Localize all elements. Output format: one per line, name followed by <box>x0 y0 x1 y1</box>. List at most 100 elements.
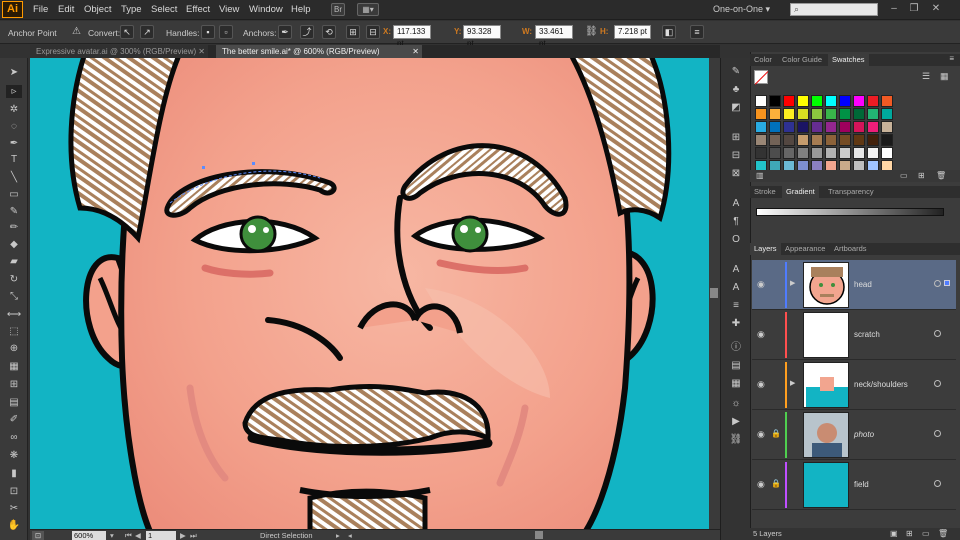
color-swatch[interactable] <box>783 147 795 159</box>
color-swatch[interactable] <box>867 121 879 133</box>
color-swatch[interactable] <box>853 95 865 107</box>
tab-color[interactable]: Color <box>750 54 776 66</box>
paintbrush-tool-icon[interactable]: ✎ <box>6 205 22 218</box>
color-swatch[interactable] <box>755 95 767 107</box>
make-clipping-mask-icon[interactable]: ▣ <box>890 529 898 538</box>
target-circle[interactable] <box>934 480 941 487</box>
tab-better-smile[interactable]: The better smile.ai* @ 600% (RGB/Preview… <box>216 45 422 58</box>
workspace-switcher[interactable]: One-on-One ▾ <box>713 4 770 15</box>
rectangle-tool-icon[interactable]: ▭ <box>6 188 22 201</box>
blob-brush-tool-icon[interactable]: ◆ <box>6 238 22 251</box>
color-swatch[interactable] <box>839 95 851 107</box>
panel-menu-icon[interactable]: ≡ <box>690 25 704 39</box>
layer-row-head[interactable]: ◉ ▶ head <box>752 260 956 310</box>
color-swatch[interactable] <box>881 108 893 120</box>
rotate-tool-icon[interactable]: ↻ <box>6 273 22 286</box>
color-swatch[interactable] <box>811 108 823 120</box>
minimize-icon[interactable]: – <box>888 4 900 15</box>
hide-handles-icon[interactable]: ▫ <box>219 25 233 39</box>
list-view-icon[interactable]: ☰ <box>922 71 930 82</box>
tab-appearance[interactable]: Appearance <box>781 243 829 255</box>
appearance-panel-icon[interactable]: ☼ <box>729 398 743 410</box>
menu-help[interactable]: Help <box>291 4 311 15</box>
hand-tool-icon[interactable]: ✋ <box>6 519 22 532</box>
mesh-tool-icon[interactable]: ⊞ <box>6 378 22 391</box>
target-circle[interactable] <box>934 380 941 387</box>
anchor-point[interactable] <box>202 166 205 169</box>
color-swatch[interactable] <box>755 147 767 159</box>
zoom-field[interactable]: 600% <box>72 531 106 540</box>
visibility-eye-icon[interactable]: ◉ <box>757 479 765 490</box>
color-swatch[interactable] <box>755 121 767 133</box>
color-swatch[interactable] <box>811 95 823 107</box>
expand-triangle-icon[interactable]: ▶ <box>790 279 795 287</box>
color-swatch[interactable] <box>811 134 823 146</box>
link-proportions-icon[interactable]: ⛓ <box>585 26 598 37</box>
color-swatch[interactable] <box>755 134 767 146</box>
color-swatch[interactable] <box>825 108 837 120</box>
zoom-dropdown-icon[interactable]: ▾ <box>110 531 114 540</box>
target-circle[interactable] <box>934 330 941 337</box>
tab-expressive-avatar[interactable]: Expressive avatar.ai @ 300% (RGB/Preview… <box>30 45 208 58</box>
lasso-tool-icon[interactable]: ◌ <box>6 120 22 133</box>
free-transform-tool-icon[interactable]: ⬚ <box>6 325 22 338</box>
remove-anchor-icon[interactable]: ✒ <box>278 25 292 39</box>
slice-tool-icon[interactable]: ✂ <box>6 502 22 515</box>
brushes-panel-icon[interactable]: ✎ <box>729 66 743 78</box>
color-swatch[interactable] <box>769 147 781 159</box>
color-swatch[interactable] <box>825 147 837 159</box>
delete-swatch-icon[interactable]: 🗑 <box>936 171 946 180</box>
color-swatch[interactable] <box>825 134 837 146</box>
selection-indicator[interactable] <box>944 280 950 286</box>
color-swatch[interactable] <box>797 95 809 107</box>
target-circle[interactable] <box>934 430 941 437</box>
expand-triangle-icon[interactable]: ▶ <box>790 379 795 387</box>
selection-tool-icon[interactable]: ➤ <box>6 66 22 79</box>
pencil-tool-icon[interactable]: ✏ <box>6 221 22 234</box>
attributes-panel-icon[interactable]: ▦ <box>729 378 743 390</box>
color-swatch[interactable] <box>797 147 809 159</box>
height-field[interactable]: 7.218 pt <box>614 25 651 39</box>
arrange-documents-button[interactable]: ▦▾ <box>357 3 379 16</box>
color-swatch[interactable] <box>811 121 823 133</box>
direct-selection-tool-icon[interactable]: ▹ <box>6 85 22 98</box>
swatches-grid[interactable] <box>755 95 945 175</box>
connect-anchor-icon[interactable]: ⤴ <box>300 25 314 39</box>
tab-color-guide[interactable]: Color Guide <box>778 54 826 66</box>
color-swatch[interactable] <box>825 95 837 107</box>
color-swatch[interactable] <box>881 121 893 133</box>
symbol-sprayer-tool-icon[interactable]: ❋ <box>6 449 22 462</box>
color-swatch[interactable] <box>769 134 781 146</box>
scrollbar-thumb[interactable] <box>710 288 718 298</box>
character-styles-icon[interactable]: A <box>729 282 743 294</box>
color-swatch[interactable] <box>867 95 879 107</box>
blend-tool-icon[interactable]: ∞ <box>6 431 22 444</box>
y-field[interactable]: 93.328 pt <box>463 25 501 48</box>
eyedropper-tool-icon[interactable]: ✐ <box>6 413 22 426</box>
prev-artboard-icon[interactable]: ◀ <box>135 531 141 540</box>
visibility-eye-icon[interactable]: ◉ <box>757 379 765 390</box>
color-swatch[interactable] <box>881 134 893 146</box>
lock-icon[interactable]: 🔒 <box>771 479 781 488</box>
line-tool-icon[interactable]: ╲ <box>6 171 22 184</box>
target-circle[interactable] <box>934 280 941 287</box>
close-icon[interactable]: ✕ <box>930 4 942 15</box>
color-swatch[interactable] <box>853 108 865 120</box>
perspective-grid-tool-icon[interactable]: ▦ <box>6 360 22 373</box>
color-swatch[interactable] <box>839 108 851 120</box>
first-artboard-icon[interactable]: ⏮ <box>125 531 132 540</box>
anchor-point[interactable] <box>252 162 255 165</box>
color-swatch[interactable] <box>783 121 795 133</box>
color-swatch[interactable] <box>769 121 781 133</box>
scale-tool-icon[interactable]: ⤡ <box>6 290 22 303</box>
menu-effect[interactable]: Effect <box>186 4 210 15</box>
paragraph-styles-icon[interactable]: ≡ <box>729 300 743 312</box>
color-swatch[interactable] <box>783 108 795 120</box>
type-tool-icon[interactable]: T <box>6 153 22 166</box>
color-swatch[interactable] <box>881 95 893 107</box>
visibility-eye-icon[interactable]: ◉ <box>757 329 765 340</box>
transform-icon[interactable]: ⊟ <box>366 25 380 39</box>
convert-smooth-icon[interactable]: ↗ <box>140 25 154 39</box>
color-swatch[interactable] <box>797 134 809 146</box>
tab-transparency[interactable]: Transparency <box>824 186 878 198</box>
